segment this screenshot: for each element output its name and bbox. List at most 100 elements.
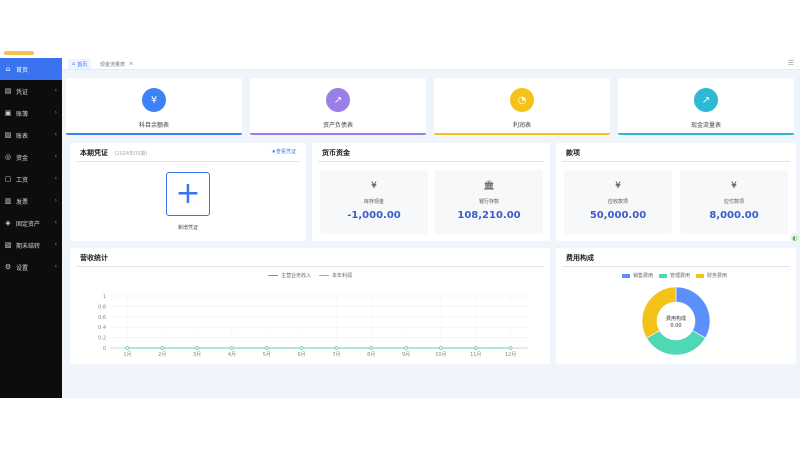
donut-center-label: 费用构成 <box>666 315 686 322</box>
sidebar-item-label: 固定资产 <box>16 220 41 228</box>
money-panel: 货币资金 ¥ 库存现金 -1,000.00 🏛 银行存款 108,210.00 <box>312 143 550 241</box>
x-tick-label: 6月 <box>297 352 305 358</box>
data-point[interactable] <box>160 346 164 350</box>
divider <box>318 161 544 162</box>
data-point[interactable] <box>334 346 339 350</box>
donut-center-value: 0.00 <box>670 323 681 329</box>
donut-slice-2[interactable] <box>641 286 677 339</box>
ledger-icon: ▣ <box>4 109 12 117</box>
x-tick-label: 12月 <box>505 352 516 358</box>
payable-icon: ¥ <box>731 181 737 191</box>
tab-cash-flow[interactable]: 现金流量表 × <box>96 59 137 69</box>
sidebar-item-5[interactable]: ▢ 工资 › <box>0 168 62 190</box>
x-tick-label: 5月 <box>263 352 271 358</box>
sidebar-item-6[interactable]: ▥ 发票 › <box>0 190 62 212</box>
payable-stat[interactable]: ¥ 应付款项 8,000.00 <box>680 170 788 234</box>
sidebar-item-1[interactable]: ▤ 凭证 › <box>0 80 62 102</box>
data-point[interactable] <box>439 346 443 350</box>
donut-slice-0[interactable] <box>675 286 711 339</box>
report-card-label: 现金流量表 <box>690 122 721 129</box>
data-point[interactable] <box>125 346 130 350</box>
tab-home[interactable]: ⌂ 首页 <box>68 59 92 69</box>
report-card-accent <box>434 133 610 135</box>
report-card-accent <box>66 133 242 135</box>
money-title: 货币资金 <box>322 149 350 157</box>
sidebar-item-label: 资金 <box>16 154 29 162</box>
report-card-cash-flow[interactable]: ↗ 现金流量表 <box>618 78 794 135</box>
sidebar-item-label: 期末结转 <box>16 242 41 250</box>
report-card-label: 科目余额表 <box>138 122 169 129</box>
gear-icon: ⚙ <box>4 263 12 271</box>
sidebar-item-9[interactable]: ⚙ 设置 › <box>0 256 62 278</box>
logo <box>0 48 62 58</box>
report-card-label: 资产负债表 <box>322 122 353 129</box>
x-tick-label: 11月 <box>470 352 481 358</box>
sidebar-item-label: 账簿 <box>16 110 29 118</box>
cash-stat[interactable]: ¥ 库存现金 -1,000.00 <box>320 170 428 234</box>
data-point[interactable] <box>195 346 199 350</box>
data-point[interactable] <box>299 346 304 350</box>
add-voucher-label: 新增凭证 <box>177 225 198 231</box>
data-point[interactable] <box>474 346 478 350</box>
tab-cash-flow-label: 现金流量表 <box>100 61 126 68</box>
revenue-panel: 营收统计 主营业务收入 本年利润 0 0.2 0.4 0.6 0.8 1 1月 2月 3月 4月 5… <box>70 248 550 364</box>
data-point[interactable] <box>404 346 408 350</box>
x-tick-label: 8月 <box>367 352 375 358</box>
add-voucher-button[interactable]: + <box>166 172 210 216</box>
sidebar-item-label: 账表 <box>16 132 29 140</box>
report-card-accent <box>250 133 426 135</box>
sidebar-item-0[interactable]: ⌂ 首页 <box>0 58 62 80</box>
assistant-float-icon[interactable]: ◐ <box>790 233 800 243</box>
data-point[interactable] <box>508 346 513 350</box>
menu-icon[interactable]: ☰ <box>788 59 794 67</box>
receivable-label: 应收款项 <box>607 199 628 205</box>
view-voucher-label: 查看凭证 <box>275 149 296 155</box>
sidebar-item-label: 首页 <box>16 66 29 74</box>
sidebar-item-8[interactable]: ▧ 期末结转 › <box>0 234 62 256</box>
voucher-period: (2024年05期) <box>114 151 148 157</box>
close-icon[interactable]: × <box>129 61 133 67</box>
revenue-line-chart: 00.20.40.60.811月 2月 3月 4月 5月 6月 7月 8月 9月 10月 11月 12… <box>98 294 528 358</box>
chevron-right-icon: › <box>54 131 57 138</box>
data-point[interactable] <box>369 346 374 350</box>
sidebar-item-3[interactable]: ▨ 账表 › <box>0 124 62 146</box>
tab-home-label: 首页 <box>77 61 88 68</box>
receivable-stat[interactable]: ¥ 应收款项 50,000.00 <box>564 170 672 234</box>
expense-donut-chart: 费用构成0.00 <box>641 286 711 356</box>
main-content: ¥ 科目余额表 ↗ 资产负债表 ◔ 利润表 ↗ 现金流量表 本期凭证 (2024… <box>62 70 800 398</box>
sidebar-item-2[interactable]: ▣ 账簿 › <box>0 102 62 124</box>
cash-value: -1,000.00 <box>347 210 401 221</box>
bank-value: 108,210.00 <box>457 210 521 221</box>
x-tick-label: 2月 <box>158 352 166 358</box>
report-card-balance[interactable]: ¥ 科目余额表 <box>66 78 242 135</box>
chevron-right-icon: › <box>54 153 57 160</box>
data-point[interactable] <box>265 346 269 350</box>
chevron-right-icon: › <box>54 241 57 248</box>
chart-up-icon: ↗ <box>326 88 350 112</box>
sidebar-item-label: 凭证 <box>16 88 29 96</box>
chevron-right-icon: › <box>54 263 57 270</box>
data-point[interactable] <box>230 346 234 350</box>
chevron-right-icon: › <box>54 87 57 94</box>
receivable-value: 50,000.00 <box>589 210 647 221</box>
sidebar-item-label: 发票 <box>16 198 29 206</box>
payable-label: 应付款项 <box>723 199 744 205</box>
report-card-income[interactable]: ◔ 利润表 <box>434 78 610 135</box>
money-bag-icon: ¥ <box>371 181 377 191</box>
invoice-icon: ▥ <box>4 197 12 205</box>
bank-stat[interactable]: 🏛 银行存款 108,210.00 <box>435 170 543 234</box>
sidebar-item-7[interactable]: ◈ 固定资产 › <box>0 212 62 234</box>
voucher-title-text: 本期凭证 <box>80 149 108 157</box>
report-card-label: 利润表 <box>512 122 531 129</box>
divider <box>76 161 300 162</box>
voucher-icon: ▤ <box>4 87 12 95</box>
cash-label: 库存现金 <box>363 199 384 205</box>
sidebar-item-4[interactable]: ◎ 资金 › <box>0 146 62 168</box>
chevron-right-icon: › <box>54 175 57 182</box>
view-voucher-link[interactable]: ★查看凭证 <box>272 148 297 155</box>
y-tick-label: 0.6 <box>98 315 106 321</box>
y-tick-label: 1 <box>103 294 106 300</box>
donut-slice-1[interactable] <box>646 330 706 356</box>
report-card-balance-sheet[interactable]: ↗ 资产负债表 <box>250 78 426 135</box>
chevron-right-icon: › <box>54 109 57 116</box>
